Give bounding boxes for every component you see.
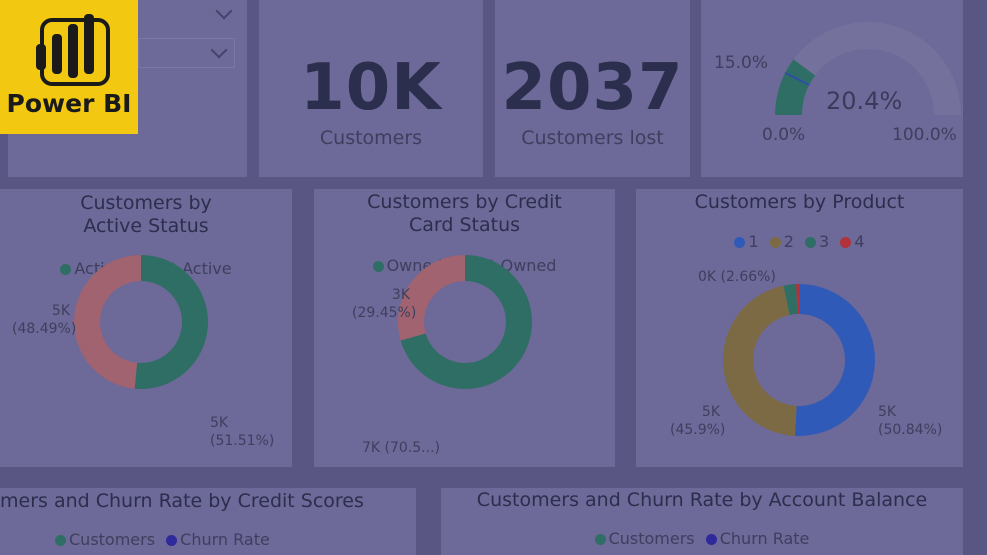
kpi-label: Customers lost <box>521 127 664 149</box>
bar-chart-logo-icon <box>36 14 110 86</box>
power-bi-logo: Power BI <box>0 0 138 134</box>
legend-dot-icon <box>166 535 178 546</box>
gauge-min-label: 0.0% <box>762 125 806 145</box>
data-label-product-1: 5K (50.84%) <box>878 404 943 438</box>
data-label-not-active: 5K (48.49%) <box>12 303 77 337</box>
data-label-not-owned: 3K (29.45%) <box>352 287 417 321</box>
donut-slice-not-active[interactable] <box>74 255 141 389</box>
legend-dot-icon <box>55 535 66 546</box>
legend-dot-icon <box>705 534 717 545</box>
chart-credit-card-status: Customers by Credit Card Status Owned No… <box>314 189 615 467</box>
kpi-value: 2037 <box>501 51 684 125</box>
kpi-label: Customers <box>319 127 423 149</box>
chart-legend: Customers Churn Rate <box>441 529 963 548</box>
chart-legend: Customers Churn Rate <box>52 530 416 549</box>
gauge-card: 15.0% 20.4% 0.0% 100.0% <box>701 0 963 177</box>
kpi-value: 10K <box>300 51 442 125</box>
data-label-product-3: 0K (2.66%) <box>698 269 776 285</box>
chart-title: mers and Churn Rate by Credit Scores <box>0 490 364 512</box>
data-label-active: 5K (51.51%) <box>210 415 275 449</box>
legend-item[interactable]: Churn Rate <box>166 530 270 549</box>
kpi-card-customers: 10K Customers <box>259 0 483 177</box>
chart-credit-scores: mers and Churn Rate by Credit Scores Cus… <box>0 488 416 555</box>
legend-item[interactable]: Customers <box>594 529 695 548</box>
filter-dropdown-1[interactable] <box>138 2 238 28</box>
gauge-value-label: 20.4% <box>826 87 903 115</box>
donut-slice-active[interactable] <box>134 255 209 389</box>
chevron-down-icon <box>215 2 233 20</box>
donut-slice-2[interactable] <box>723 285 797 436</box>
chevron-down-icon <box>210 41 228 59</box>
donut-slice-1[interactable] <box>794 284 876 436</box>
data-label-owned: 7K (70.5...) <box>362 440 440 456</box>
kpi-card-customers-lost: 2037 Customers lost <box>495 0 690 177</box>
data-label-product-2: 5K (45.9%) <box>670 404 726 438</box>
gauge-max-label: 100.0% <box>892 125 957 145</box>
legend-item[interactable]: Churn Rate <box>705 529 809 548</box>
chart-title: Customers and Churn Rate by Account Bala… <box>476 489 928 511</box>
filter-dropdown-2[interactable] <box>138 38 235 68</box>
gauge-target-label: 15.0% <box>714 53 769 73</box>
chart-account-balance: Customers and Churn Rate by Account Bala… <box>441 488 963 555</box>
legend-dot-icon <box>594 534 606 545</box>
legend-item[interactable]: Customers <box>55 530 155 549</box>
brand-name: Power BI <box>6 89 132 118</box>
donut-chart <box>398 254 532 389</box>
